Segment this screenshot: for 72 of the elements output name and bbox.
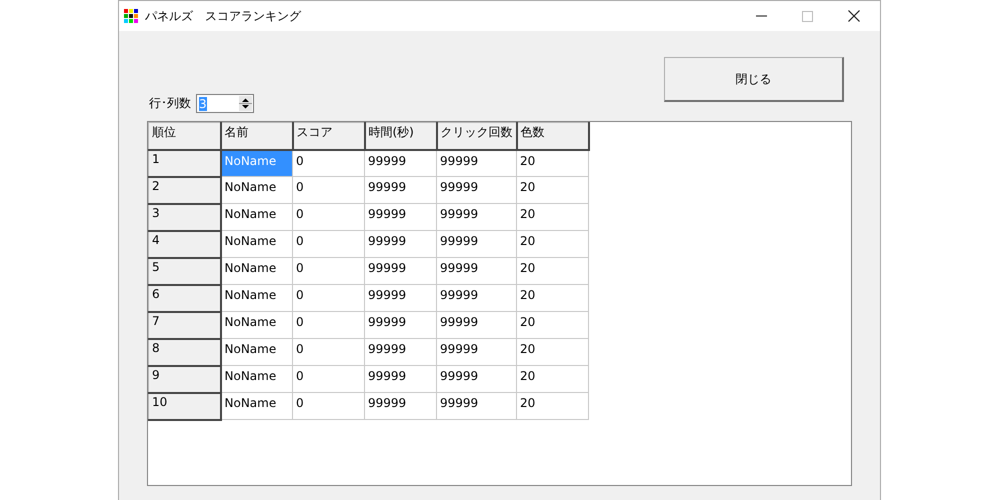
column-header: 時間(秒)	[364, 122, 436, 150]
table-cell[interactable]: 99999	[436, 366, 516, 392]
row-header[interactable]: 7	[148, 312, 220, 338]
table-cell[interactable]: 20	[516, 204, 588, 230]
table-cell[interactable]: 0	[292, 204, 364, 230]
table-cell[interactable]: 0	[292, 258, 364, 284]
table-cell[interactable]: 0	[292, 150, 364, 176]
table-cell[interactable]: 20	[516, 366, 588, 392]
table-cell[interactable]: 20	[516, 312, 588, 338]
table-cell[interactable]: NoName	[220, 312, 292, 338]
table-cell[interactable]: 99999	[364, 284, 436, 312]
table-cell[interactable]: 99999	[436, 284, 516, 312]
table-cell[interactable]: 99999	[364, 366, 436, 392]
table-cell[interactable]: 99999	[436, 258, 516, 284]
close-button[interactable]: 閉じる	[664, 57, 844, 102]
row-header[interactable]: 5	[148, 258, 220, 284]
table-cell[interactable]: 99999	[364, 230, 436, 258]
table-cell[interactable]: 0	[292, 366, 364, 392]
column-header: 名前	[220, 122, 292, 150]
table-cell[interactable]: 99999	[364, 338, 436, 366]
column-header: クリック回数	[436, 122, 516, 150]
table-cell[interactable]: NoName	[220, 258, 292, 284]
table-cell[interactable]: NoName	[220, 204, 292, 230]
table-cell[interactable]: 20	[516, 230, 588, 258]
row-header[interactable]: 6	[148, 284, 220, 312]
table-cell[interactable]: NoName	[220, 366, 292, 392]
table-cell[interactable]: 0	[292, 392, 364, 420]
table-cell[interactable]: 99999	[364, 176, 436, 204]
table-cell[interactable]: 0	[292, 312, 364, 338]
table-cell[interactable]: 99999	[436, 204, 516, 230]
table-cell[interactable]: 99999	[364, 312, 436, 338]
table-cell[interactable]: 99999	[436, 338, 516, 366]
column-header: 色数	[516, 122, 588, 150]
table-cell[interactable]: 20	[516, 176, 588, 204]
table-cell[interactable]: 0	[292, 284, 364, 312]
table-cell[interactable]: 99999	[364, 392, 436, 420]
table-cell[interactable]: NoName	[220, 392, 292, 420]
row-header[interactable]: 10	[148, 392, 220, 420]
column-header: スコア	[292, 122, 364, 150]
minimize-icon[interactable]	[756, 15, 767, 17]
table-cell[interactable]: 99999	[364, 258, 436, 284]
row-header[interactable]: 3	[148, 204, 220, 230]
row-header[interactable]: 1	[148, 150, 220, 176]
row-header[interactable]: 9	[148, 366, 220, 392]
table-cell[interactable]: 20	[516, 150, 588, 176]
row-header[interactable]: 2	[148, 176, 220, 204]
table-cell[interactable]: 0	[292, 176, 364, 204]
table-cell[interactable]: NoName	[220, 230, 292, 258]
table-cell[interactable]: 20	[516, 284, 588, 312]
row-header[interactable]: 8	[148, 338, 220, 366]
table-cell[interactable]: 99999	[436, 150, 516, 176]
spin-arrows-icon[interactable]	[239, 96, 252, 111]
table-cell[interactable]: 20	[516, 338, 588, 366]
column-header: 順位	[148, 122, 220, 150]
color-grid-icon	[124, 9, 138, 23]
table-cell[interactable]: 99999	[364, 150, 436, 176]
field-label: 行･列数	[149, 95, 191, 112]
table-cell[interactable]: 99999	[436, 230, 516, 258]
table-cell[interactable]: 0	[292, 338, 364, 366]
table-cell[interactable]: NoName	[220, 176, 292, 204]
row-header[interactable]: 4	[148, 230, 220, 258]
table-cell[interactable]: 99999	[436, 312, 516, 338]
table-cell[interactable]: 20	[516, 258, 588, 284]
table-cell[interactable]: 0	[292, 230, 364, 258]
table-cell[interactable]: 20	[516, 392, 588, 420]
table-cell[interactable]: 99999	[436, 392, 516, 420]
window-title: パネルズ スコアランキング	[145, 8, 301, 24]
table-cell[interactable]: 99999	[436, 176, 516, 204]
table-cell[interactable]: 99999	[364, 204, 436, 230]
table-cell[interactable]: NoName	[220, 284, 292, 312]
close-icon[interactable]	[848, 10, 860, 22]
table-cell[interactable]: NoName	[220, 338, 292, 366]
